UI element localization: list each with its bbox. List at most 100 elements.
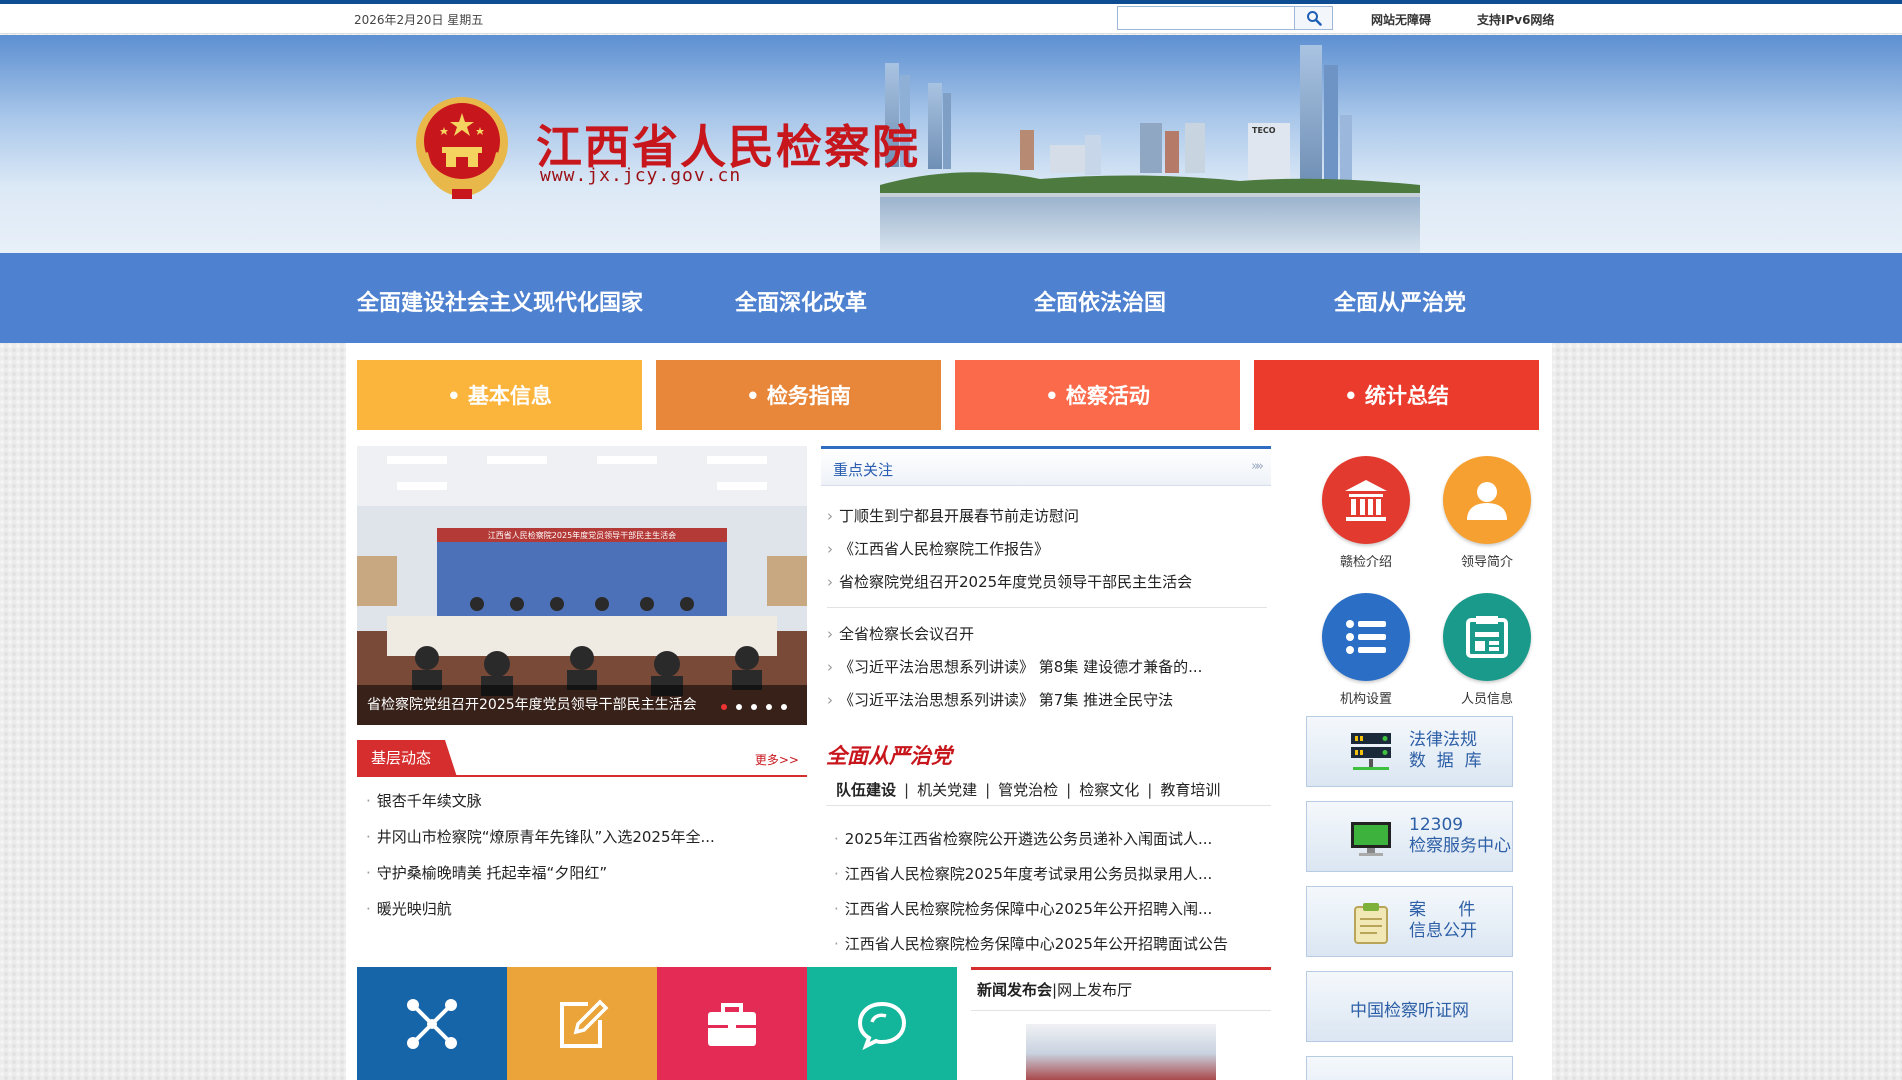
search-input[interactable] xyxy=(1120,9,1290,27)
list-item[interactable]: 守护桑榆晚晴美 托起幸福“夕阳红” xyxy=(366,862,607,883)
hearing-network-link[interactable]: 中国检察听证网 xyxy=(1306,971,1513,1042)
site-url: www.jx.jcy.gov.cn xyxy=(540,165,742,186)
network-icon xyxy=(407,998,457,1049)
search-icon xyxy=(1306,11,1322,26)
service-center-line2: 检察服务中心 xyxy=(1409,836,1511,856)
current-date: 2026年2月20日 星期五 xyxy=(354,13,484,27)
slide-dot-1[interactable] xyxy=(721,704,727,710)
list-item[interactable]: 江西省人民检察院检务保障中心2025年公开招聘入闱... xyxy=(834,898,1212,919)
server-icon xyxy=(1351,733,1391,770)
list-item[interactable]: 省检察院党组召开2025年度党员领导干部民主生活会 xyxy=(827,571,1192,592)
city-skyline-image: TECO xyxy=(880,45,1420,253)
party-section-title: 全面从严治党 xyxy=(826,743,952,768)
slide-dot-3[interactable] xyxy=(751,704,757,710)
press-subtitle[interactable]: 网上发布厅 xyxy=(1057,981,1132,999)
grassroots-header: 基层动态 更多>> xyxy=(357,740,807,777)
tile-procuratorial-activities[interactable]: • 检察活动 xyxy=(955,360,1240,430)
list-icon xyxy=(1346,620,1386,654)
tab-party-governance[interactable]: 管党治检 xyxy=(998,781,1058,799)
clipboard-icon xyxy=(1354,903,1388,944)
main-navigation: 全面建设社会主义现代化国家 全面深化改革 全面依法治国 全面从严治党 xyxy=(0,253,1902,343)
circle-button-personnel[interactable] xyxy=(1443,593,1531,681)
list-item[interactable]: 丁顺生到宁都县开展春节前走访慰问 xyxy=(827,505,1079,526)
grassroots-title[interactable]: 基层动态 xyxy=(357,740,457,777)
list-item[interactable]: 江西省人民检察院2025年度考试录用公务员拟录用人... xyxy=(834,863,1212,884)
svg-text:TECO: TECO xyxy=(1252,126,1276,135)
slideshow-banner-text: 江西省人民检察院2025年度党员领导干部民主生活会 xyxy=(488,530,676,540)
circle-label-organization: 机构设置 xyxy=(1339,692,1392,707)
slide-dot-5[interactable] xyxy=(781,704,787,710)
circle-button-intro[interactable] xyxy=(1322,456,1410,544)
press-conference-panel: 新闻发布会|网上发布厅 xyxy=(971,967,1271,1080)
bottom-tile-edit[interactable] xyxy=(507,967,657,1080)
circle-label-personnel: 人员信息 xyxy=(1460,692,1513,707)
service-center-link[interactable]: 12309 检察服务中心 xyxy=(1306,801,1513,872)
tile-basic-info[interactable]: • 基本信息 xyxy=(357,360,642,430)
news-slideshow[interactable]: 江西省人民检察院2025年度党员领导干部民主生活会 省检察院党组召开2025年度… xyxy=(357,446,807,725)
focus-section-title: 重点关注 xyxy=(833,461,894,479)
chat-icon xyxy=(857,1001,907,1050)
nav-item-modernization[interactable]: 全面建设社会主义现代化国家 xyxy=(357,285,643,317)
law-database-line2: 数 据 库 xyxy=(1409,751,1482,771)
search-button[interactable] xyxy=(1294,7,1332,29)
list-item[interactable]: 《习近平法治思想系列讲读》 第7集 推进全民守法 xyxy=(827,689,1173,710)
case-info-link[interactable]: 案 件信息公开 xyxy=(1306,886,1513,957)
list-item[interactable]: 《江西省人民检察院工作报告》 xyxy=(827,538,1049,559)
header-banner: TECO 江西省人民检察院 www.jx.jcy.gov.cn xyxy=(0,35,1902,253)
law-database-link[interactable]: 法律法规数 据 库 xyxy=(1306,716,1513,787)
circle-label-intro: 赣检介绍 xyxy=(1339,555,1392,570)
party-tabs-divider xyxy=(826,805,1271,806)
grassroots-more-link[interactable]: 更多>> xyxy=(755,751,799,768)
press-title[interactable]: 新闻发布会 xyxy=(977,981,1052,999)
tab-training[interactable]: 教育培训 xyxy=(1160,781,1220,799)
focus-section-header: 重点关注 »» xyxy=(821,446,1271,486)
nav-item-reform[interactable]: 全面深化改革 xyxy=(735,285,867,317)
case-info-line1: 案 件 xyxy=(1409,900,1476,920)
list-item[interactable]: 全省检察长会议召开 xyxy=(827,623,974,644)
person-icon xyxy=(1467,482,1507,520)
tile-procuratorial-guide[interactable]: • 检务指南 xyxy=(656,360,941,430)
nav-item-party-discipline[interactable]: 全面从严治党 xyxy=(1334,285,1466,317)
idcard-icon xyxy=(1466,616,1508,658)
briefcase-icon xyxy=(708,1002,756,1046)
circle-button-organization[interactable] xyxy=(1322,593,1410,681)
top-bar: 2026年2月20日 星期五 网站无障碍 支持IPv6网络 xyxy=(0,4,1902,34)
right-box-partial[interactable] xyxy=(1306,1056,1513,1080)
tab-team-building[interactable]: 队伍建设 xyxy=(836,781,896,799)
tab-party-building[interactable]: 机关党建 xyxy=(917,781,977,799)
press-header: 新闻发布会|网上发布厅 xyxy=(977,979,1132,1000)
circle-button-leaders[interactable] xyxy=(1443,456,1531,544)
list-item[interactable]: 暖光映归航 xyxy=(366,898,452,919)
law-database-line1: 法律法规 xyxy=(1409,730,1477,750)
list-item[interactable]: 《习近平法治思想系列讲读》 第8集 建设德才兼备的... xyxy=(827,656,1202,677)
list-item[interactable]: 银杏千年续文脉 xyxy=(366,790,482,811)
bottom-tile-network[interactable] xyxy=(357,967,507,1080)
monitor-icon xyxy=(1351,822,1391,856)
list-item[interactable]: 2025年江西省检察院公开遴选公务员递补入闱面试人... xyxy=(834,828,1212,849)
ipv6-link[interactable]: 支持IPv6网络 xyxy=(1477,11,1554,28)
focus-divider xyxy=(827,607,1267,608)
list-item[interactable]: 井冈山市检察院“燎原青年先锋队”入选2025年全... xyxy=(366,826,715,847)
nav-item-rule-of-law[interactable]: 全面依法治国 xyxy=(1034,285,1166,317)
service-center-line1: 12309 xyxy=(1409,815,1464,835)
slideshow-dots xyxy=(721,704,787,710)
press-photo[interactable] xyxy=(1026,1024,1216,1080)
service-center-label: 12309 检察服务中心 xyxy=(1409,815,1511,857)
case-info-label: 案 件信息公开 xyxy=(1409,900,1477,942)
focus-more-link[interactable]: »» xyxy=(1251,459,1264,474)
slide-dot-4[interactable] xyxy=(766,704,772,710)
tile-statistics-summary[interactable]: • 统计总结 xyxy=(1254,360,1539,430)
list-item[interactable]: 江西省人民检察院检务保障中心2025年公开招聘面试公告 xyxy=(834,933,1228,954)
circle-label-leaders: 领导简介 xyxy=(1460,555,1513,570)
search-box xyxy=(1117,6,1333,30)
bottom-tile-chat[interactable] xyxy=(807,967,957,1080)
slide-dot-2[interactable] xyxy=(736,704,742,710)
edit-icon xyxy=(560,999,609,1048)
party-tabs: 队伍建设 | 机关党建 | 管党治检 | 检察文化 | 教育培训 xyxy=(836,781,1221,799)
tab-culture[interactable]: 检察文化 xyxy=(1079,781,1139,799)
accessibility-link[interactable]: 网站无障碍 xyxy=(1371,11,1431,28)
hearing-network-label: 中国检察听证网 xyxy=(1350,1001,1469,1021)
national-emblem-logo xyxy=(416,97,508,199)
bottom-tile-briefcase[interactable] xyxy=(657,967,807,1080)
press-divider xyxy=(971,1010,1271,1011)
